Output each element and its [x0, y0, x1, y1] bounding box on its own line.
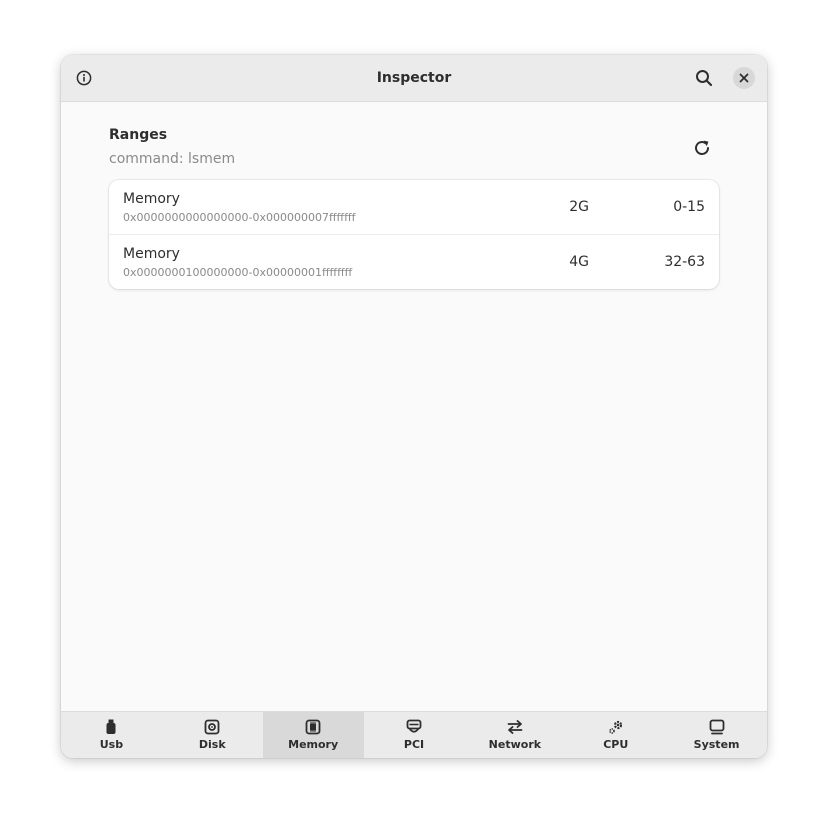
tab-pci[interactable]: PCI	[364, 712, 465, 758]
refresh-icon	[693, 139, 711, 157]
app-window: Inspector Ranges command: lsmem Memory 0…	[61, 55, 767, 758]
tab-label: Memory	[288, 738, 339, 751]
window-title: Inspector	[376, 70, 452, 86]
headerbar: Inspector	[61, 55, 767, 102]
about-button[interactable]	[70, 64, 98, 92]
ranges-list: Memory 0x0000000000000000-0x000000007fff…	[109, 180, 719, 289]
cpu-icon	[608, 719, 624, 735]
range-nodes: 32-63	[664, 254, 705, 270]
pci-icon	[406, 719, 422, 735]
search-button[interactable]	[690, 64, 718, 92]
range-size: 4G	[569, 254, 589, 270]
tab-label: Disk	[198, 738, 226, 751]
tab-cpu[interactable]: CPU	[565, 712, 666, 758]
memory-icon	[305, 719, 321, 735]
tab-label: PCI	[403, 738, 425, 751]
network-icon	[507, 719, 523, 735]
range-address: 0x0000000100000000-0x00000001ffffffff	[123, 266, 353, 279]
usb-icon	[103, 719, 119, 735]
info-icon	[76, 70, 92, 86]
tab-label: CPU	[603, 738, 629, 751]
tab-label: Network	[488, 738, 542, 751]
section-title: Ranges	[109, 127, 168, 143]
range-size: 2G	[569, 199, 589, 215]
close-button[interactable]	[733, 67, 755, 89]
content-area: Ranges command: lsmem Memory 0x000000000…	[61, 102, 767, 711]
tab-network[interactable]: Network	[464, 712, 565, 758]
close-icon	[739, 73, 749, 83]
range-title: Memory	[123, 191, 180, 207]
tab-label: Usb	[99, 738, 124, 751]
range-title: Memory	[123, 246, 180, 262]
range-address: 0x0000000000000000-0x000000007fffffff	[123, 211, 356, 224]
view-switcher: Usb Disk Memory PCI Network CPU System	[61, 711, 767, 758]
refresh-button[interactable]	[689, 135, 715, 161]
tab-disk[interactable]: Disk	[162, 712, 263, 758]
range-nodes: 0-15	[673, 199, 705, 215]
search-icon	[695, 69, 713, 87]
tab-system[interactable]: System	[666, 712, 767, 758]
section-subtitle: command: lsmem	[109, 151, 236, 167]
tab-usb[interactable]: Usb	[61, 712, 162, 758]
list-item: Memory 0x0000000100000000-0x00000001ffff…	[109, 235, 719, 289]
tab-memory[interactable]: Memory	[262, 712, 364, 758]
disk-icon	[204, 719, 220, 735]
list-item: Memory 0x0000000000000000-0x000000007fff…	[109, 180, 719, 235]
system-icon	[709, 719, 725, 735]
tab-label: System	[693, 738, 740, 751]
